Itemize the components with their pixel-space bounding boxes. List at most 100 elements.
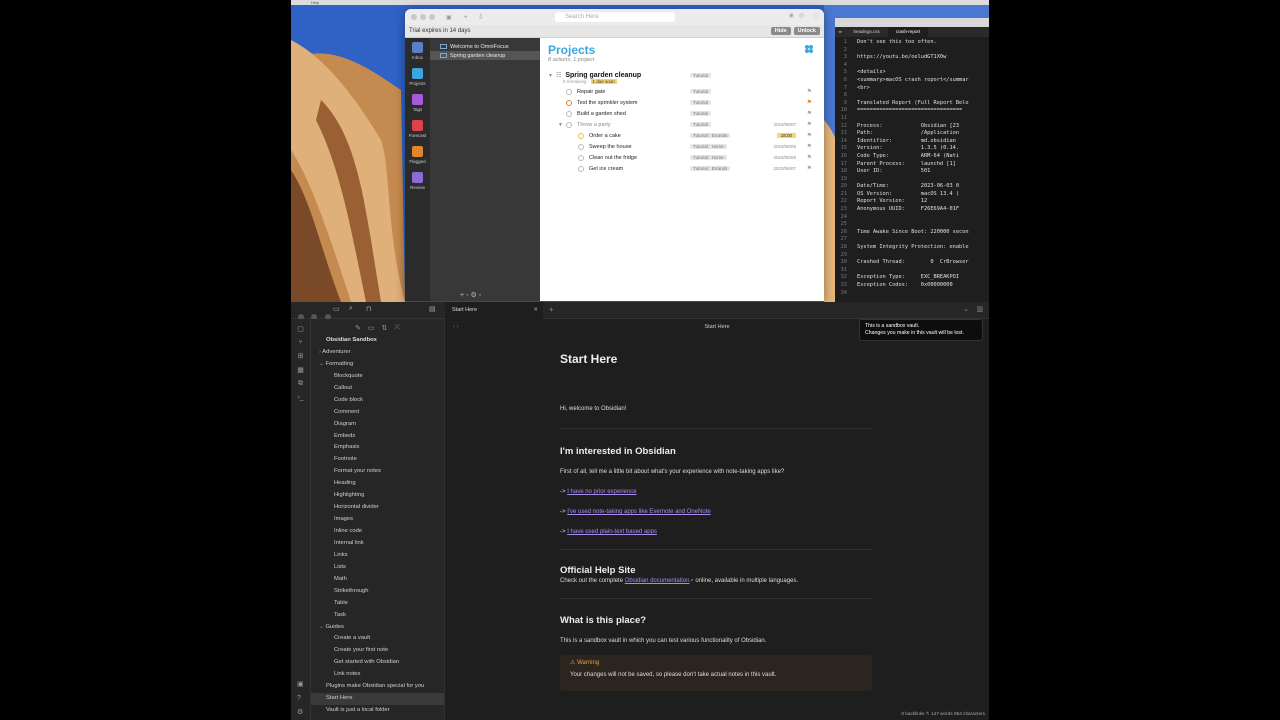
collapse-all-icon[interactable]: ⤫: [394, 324, 400, 332]
disclosure-icon[interactable]: ▼: [558, 122, 563, 128]
flag-icon[interactable]: ⚑: [807, 88, 812, 95]
tree-folder[interactable]: ⌄ Formatting: [311, 359, 444, 371]
tree-file[interactable]: Plugins make Obsidian special for you: [311, 681, 444, 693]
flag-icon[interactable]: ⚑: [807, 165, 812, 172]
task-row[interactable]: Repair gate Tutorial ⚑: [548, 86, 816, 97]
task-tag[interactable]: Tutorial: [690, 100, 711, 105]
chevron-down-icon[interactable]: ⌄: [963, 305, 969, 313]
code-area[interactable]: 1 Don't see this too often. 2 3 https://yout…: [835, 37, 989, 297]
task-tag[interactable]: Tutorial : Home: [690, 144, 727, 149]
tree-file[interactable]: Embeds: [311, 431, 444, 443]
view-options-icon[interactable]: ◉: [789, 12, 794, 19]
nav-arrows-icon[interactable]: ◂▸: [835, 29, 846, 35]
flag-icon[interactable]: ⚑: [807, 143, 812, 150]
status-circle[interactable]: [578, 154, 584, 161]
task-name[interactable]: Repair gate: [577, 89, 605, 95]
tree-file[interactable]: Strikethrough: [311, 586, 444, 598]
task-row[interactable]: Order a cake Tutorial : Errands 18:00 ⚑: [548, 130, 816, 141]
task-tag[interactable]: Tutorial : Home: [690, 155, 727, 160]
task-row[interactable]: Sweep the house Tutorial : Home 2023/06/05…: [548, 141, 816, 152]
task-date[interactable]: 2023/06/07: [773, 166, 796, 171]
tree-file[interactable]: Links: [311, 550, 444, 562]
sidebar-project-item[interactable]: Spring garden cleanup: [430, 51, 540, 60]
link-no-experience[interactable]: I have no prior experience: [567, 489, 636, 495]
tree-file[interactable]: Images: [311, 514, 444, 526]
rail-item-forecast[interactable]: Forecast: [409, 120, 426, 138]
status-circle[interactable]: [566, 110, 572, 117]
tab-headings-css[interactable]: headings.css: [846, 27, 888, 37]
task-date[interactable]: 2023/06/05: [773, 144, 796, 149]
tree-file[interactable]: Highlighting: [311, 490, 444, 502]
task-name[interactable]: Throw a party: [577, 122, 611, 128]
hide-button[interactable]: Hide: [770, 27, 791, 35]
sidebar-bottom-controls[interactable]: + ◦ ⚙ ◦: [460, 291, 481, 299]
status-circle[interactable]: [578, 165, 584, 172]
task-tag[interactable]: Tutorial: [690, 89, 711, 94]
rail-item-projects[interactable]: Projects: [409, 68, 426, 86]
task-name[interactable]: Get ice cream: [589, 166, 623, 172]
tree-folder[interactable]: ⌄ Guides: [311, 622, 444, 634]
close-button[interactable]: [411, 14, 417, 20]
tree-file[interactable]: Math: [311, 574, 444, 586]
note-content[interactable]: Start Here Hi, welcome to Obsidian! I'm …: [560, 347, 872, 691]
sync-icon[interactable]: ◎: [799, 12, 804, 19]
task-name[interactable]: Order a cake: [589, 133, 621, 139]
tree-file[interactable]: Blockquote: [311, 371, 444, 383]
tree-file[interactable]: Callout: [311, 383, 444, 395]
project-tag[interactable]: Tutorial: [690, 73, 711, 78]
tree-file[interactable]: Emphasis: [311, 442, 444, 454]
tree-file[interactable]: Heading: [311, 478, 444, 490]
graph-icon[interactable]: ⑂: [291, 339, 310, 346]
status-circle[interactable]: [566, 99, 572, 106]
tree-file[interactable]: Link notes: [311, 669, 444, 681]
vault-switcher-icon[interactable]: ▣: [297, 680, 304, 688]
status-circle[interactable]: [578, 143, 584, 150]
status-circle[interactable]: [566, 88, 572, 95]
task-name[interactable]: Clean out the fridge: [589, 155, 637, 161]
add-icon[interactable]: +: [464, 14, 468, 21]
tree-file[interactable]: Horizontal divider: [311, 502, 444, 514]
tab-start-here[interactable]: Start Here ✕: [445, 302, 543, 319]
new-tab-icon[interactable]: +: [549, 305, 554, 314]
rail-item-review[interactable]: Review: [410, 172, 425, 190]
status-circle[interactable]: [566, 121, 572, 128]
link-evernote[interactable]: I've used note-taking apps like Evernote…: [567, 509, 711, 515]
zoom-button[interactable]: [429, 14, 435, 20]
tree-file[interactable]: Get started with Obsidian: [311, 657, 444, 669]
tree-file[interactable]: Inline code: [311, 526, 444, 538]
tree-file[interactable]: Diagram: [311, 419, 444, 431]
flag-icon[interactable]: ⚑: [807, 99, 812, 106]
flag-icon[interactable]: ⚑: [807, 154, 812, 161]
sidebar-toggle-icon[interactable]: ▣: [446, 14, 452, 21]
rail-item-flagged[interactable]: Flagged: [409, 146, 426, 164]
tree-file[interactable]: Format your notes: [311, 466, 444, 478]
task-name[interactable]: Sweep the house: [589, 144, 632, 150]
tree-file[interactable]: Create your first note: [311, 645, 444, 657]
rail-item-inbox[interactable]: Inbox: [411, 42, 423, 60]
canvas-icon[interactable]: ⊞: [291, 352, 310, 360]
task-date[interactable]: 2023/06/05: [773, 155, 796, 160]
task-row[interactable]: ▼ Throw a party Tutorial 2023/06/07 ⚑: [548, 119, 816, 130]
right-sidebar-toggle-icon[interactable]: ▥: [976, 305, 983, 313]
command-palette-icon[interactable]: ›_: [291, 394, 310, 401]
disclosure-icon[interactable]: ▼: [548, 73, 553, 79]
tree-file[interactable]: Vault is just a local folder: [311, 705, 444, 717]
minimize-button[interactable]: [420, 14, 426, 20]
link-documentation[interactable]: Obsidian documentation: [625, 578, 690, 584]
tree-folder[interactable]: › Adventurer: [311, 347, 444, 359]
task-tag[interactable]: Tutorial: [690, 111, 711, 116]
status-circle[interactable]: [578, 132, 584, 139]
new-folder-icon[interactable]: ▭: [368, 324, 375, 332]
search-input[interactable]: Search Here: [555, 12, 675, 22]
project-name[interactable]: Spring garden cleanup: [565, 72, 641, 79]
folder-icon[interactable]: ▭: [333, 305, 340, 313]
tree-file[interactable]: Task: [311, 610, 444, 622]
help-icon[interactable]: ?: [297, 695, 301, 702]
search-icon[interactable]: ⌕: [349, 305, 353, 313]
flag-icon[interactable]: ⚑: [807, 121, 812, 128]
task-row[interactable]: Get ice cream Tutorial : Errands 2023/06/0…: [548, 163, 816, 174]
sidebar-project-item[interactable]: Welcome to OmniFocus: [430, 42, 540, 51]
menubar-help[interactable]: Help: [311, 0, 319, 5]
task-tag[interactable]: Tutorial: [690, 122, 711, 127]
task-date[interactable]: 2023/06/07: [773, 122, 796, 127]
